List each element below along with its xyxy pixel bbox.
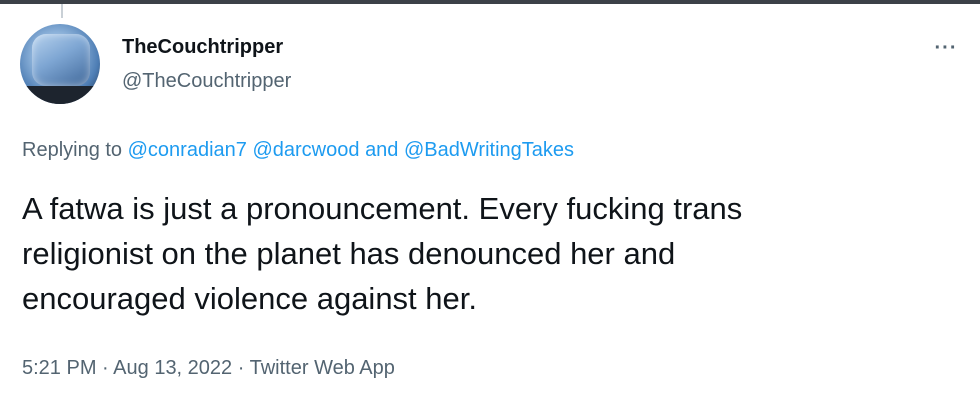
reply-context: Replying to @conradian7 @darcwood and @B…: [22, 137, 574, 163]
tweet-text: A fatwa is just a pronouncement. Every f…: [22, 186, 952, 321]
mention-link-conradian7[interactable]: @conradian7: [128, 139, 247, 161]
avatar[interactable]: [20, 24, 100, 104]
avatar-image-base: [20, 86, 100, 104]
reply-context-conjunction: and: [365, 139, 399, 161]
tweet-source: Twitter Web App: [249, 357, 395, 379]
tweet-text-line: encouraged violence against her.: [22, 281, 477, 316]
author-handle[interactable]: @TheCouchtripper: [122, 69, 291, 93]
meta-separator: ·: [237, 357, 245, 379]
tweet-text-line: religionist on the planet has denounced …: [22, 236, 676, 271]
tweet-metadata: 5:21 PM · Aug 13, 2022 · Twitter Web App: [22, 355, 395, 381]
reply-context-prefix: Replying to: [22, 139, 123, 161]
author-display-name[interactable]: TheCouchtripper: [122, 35, 283, 59]
thread-connector-line: [61, 4, 63, 18]
mention-link-darcwood[interactable]: @darcwood: [252, 139, 359, 161]
avatar-image: [32, 34, 90, 86]
tweet-card: TheCouchtripper @TheCouchtripper ··· Rep…: [0, 0, 980, 403]
tweet-timestamp-time[interactable]: 5:21 PM: [22, 357, 96, 379]
tweet-text-line: A fatwa is just a pronouncement. Every f…: [22, 191, 743, 226]
tweet-timestamp-date[interactable]: Aug 13, 2022: [113, 357, 232, 379]
top-border: [0, 0, 980, 4]
more-options-icon[interactable]: ···: [928, 36, 964, 60]
meta-separator: ·: [102, 357, 109, 379]
mention-link-badwritingtakes[interactable]: @BadWritingTakes: [404, 139, 574, 161]
